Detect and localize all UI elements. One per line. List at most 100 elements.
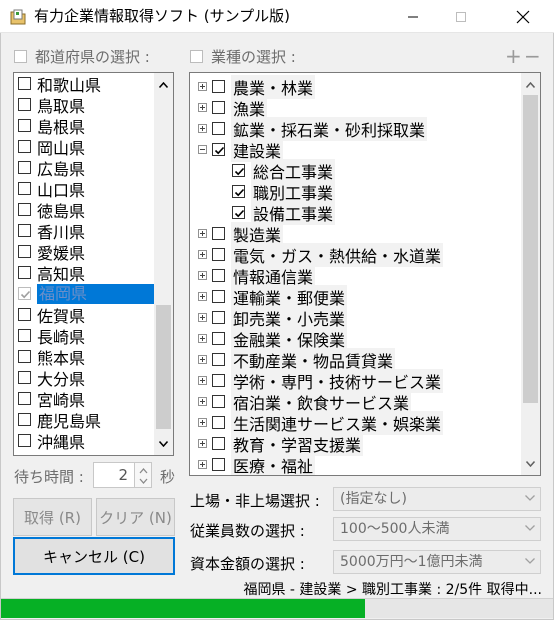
expand-all-button[interactable]: + [505,44,522,68]
industry-item[interactable]: 電気・ガス・熱供給・水道業 [198,242,444,267]
prefecture-item[interactable]: 熊本県 [14,346,154,368]
cancel-button[interactable]: キャンセル (C) [13,537,175,575]
minimize-button[interactable] [390,0,436,33]
industry-select-all[interactable]: 業種の選択 : [190,46,296,67]
industry-checkbox[interactable] [212,416,225,429]
expand-icon[interactable] [198,250,207,259]
industry-checkbox[interactable] [212,395,225,408]
tree-scroll-thumb[interactable] [523,95,538,403]
prefecture-checkbox[interactable] [18,308,31,321]
industry-checkbox[interactable] [212,227,225,240]
industry-item[interactable]: 運輸業・郵便業 [198,284,348,309]
industry-checkbox[interactable] [232,185,245,198]
industry-checkbox[interactable] [212,80,225,93]
expand-icon[interactable] [198,292,207,301]
prefecture-item[interactable]: 広島県 [14,157,154,179]
expand-icon[interactable] [198,229,207,238]
prefecture-checkbox[interactable] [18,203,31,216]
industry-checkbox[interactable] [212,290,225,303]
collapse-icon[interactable] [198,145,207,154]
industry-checkbox[interactable] [212,269,225,282]
expand-icon[interactable] [198,103,207,112]
prefecture-checkbox[interactable] [18,98,31,111]
prefecture-item[interactable]: 香川県 [14,220,154,242]
prefecture-item[interactable]: 佐賀県 [14,304,154,326]
tree-scroll-up-button[interactable] [521,75,540,94]
expand-icon[interactable] [198,355,207,364]
maximize-button[interactable] [438,0,484,33]
prefecture-checkbox[interactable] [18,119,31,132]
industry-checkbox[interactable] [212,248,225,261]
fetch-button[interactable]: 取得 (R) [13,498,92,536]
prefecture-checkbox[interactable] [18,224,31,237]
tree-scroll-down-button[interactable] [521,454,540,473]
prefecture-item[interactable]: 鹿児島県 [14,409,154,431]
prefecture-item[interactable]: 宮崎県 [14,388,154,410]
prefecture-item[interactable]: 鳥取県 [14,94,154,116]
expand-icon[interactable] [198,124,207,133]
prefecture-checkbox[interactable] [18,413,31,426]
prefecture-scrollbar[interactable] [154,73,173,455]
prefecture-checkbox[interactable] [18,329,31,342]
expand-icon[interactable] [198,439,207,448]
scroll-down-button[interactable] [154,434,173,453]
wait-time-input[interactable]: 2 [93,462,135,488]
industry-checkbox[interactable] [212,122,225,135]
clear-button[interactable]: クリア (N) [96,498,175,536]
prefecture-item[interactable]: 和歌山県 [14,73,154,95]
employees-select[interactable]: 100～500人未満 [333,517,541,541]
prefecture-item[interactable]: 徳島県 [14,199,154,221]
expand-icon[interactable] [198,376,207,385]
industry-item[interactable]: 学術・専門・技術サービス業 [198,368,444,393]
prefecture-checkbox[interactable] [18,245,31,258]
industry-item[interactable]: 金融業・保険業 [198,326,348,351]
industry-item[interactable]: 漁業 [198,95,268,120]
expand-icon[interactable] [198,271,207,280]
industry-subitem[interactable]: 設備工事業 [232,200,336,225]
prefecture-checkbox[interactable] [18,287,31,300]
industry-item[interactable]: 医療・福祉 [198,452,316,475]
prefecture-checkbox[interactable] [18,140,31,153]
expand-icon[interactable] [198,460,207,469]
prefecture-list[interactable]: 和歌山県 鳥取県 島根県 岡山県 広島県 山口県 徳島県 香川県 愛媛県 高知県 福岡県 佐賀県 長崎県… [13,72,174,456]
prefecture-item[interactable]: 沖縄県 [14,430,154,452]
industry-item[interactable]: 情報通信業 [198,263,316,288]
industry-item[interactable]: 不動産業・物品賃貸業 [198,347,396,372]
industry-checkbox[interactable] [212,458,225,471]
industry-subitem[interactable]: 職別工事業 [232,179,336,204]
scroll-up-button[interactable] [154,75,173,94]
prefecture-item[interactable]: 山口県 [14,178,154,200]
close-button[interactable] [500,0,546,33]
collapse-all-button[interactable]: − [524,44,541,68]
industry-checkbox[interactable] [212,143,225,156]
industry-checkbox[interactable] [212,374,225,387]
industry-item[interactable]: 鉱業・採石業・砂利採取業 [198,116,428,141]
scroll-thumb[interactable] [156,305,171,429]
prefecture-item[interactable]: 岡山県 [14,136,154,158]
industry-subitem[interactable]: 総合工事業 [232,158,336,183]
prefecture-item[interactable]: 大分県 [14,367,154,389]
prefecture-checkbox[interactable] [18,182,31,195]
industry-item[interactable]: 教育・学習支援業 [198,431,364,456]
prefecture-item[interactable]: 島根県 [14,115,154,137]
industry-checkbox[interactable] [212,353,225,366]
industry-item[interactable]: 卸売業・小売業 [198,305,348,330]
prefecture-item[interactable]: 福岡県 [14,283,154,304]
prefecture-select-all-checkbox[interactable] [14,50,27,63]
industry-item[interactable]: 宿泊業・飲食サービス業 [198,389,412,414]
prefecture-checkbox[interactable] [18,161,31,174]
industry-item[interactable]: 建設業 [198,137,284,162]
industry-checkbox[interactable] [232,164,245,177]
prefecture-checkbox[interactable] [18,371,31,384]
prefecture-checkbox[interactable] [18,392,31,405]
industry-checkbox[interactable] [232,206,245,219]
industry-checkbox[interactable] [212,101,225,114]
industry-item[interactable]: 製造業 [198,221,284,246]
industry-checkbox[interactable] [212,332,225,345]
expand-icon[interactable] [198,82,207,91]
industry-scrollbar[interactable] [521,73,540,475]
industry-select-all-checkbox[interactable] [190,50,203,63]
industry-item[interactable]: 生活関連サービス業・娯楽業 [198,410,444,435]
wait-time-spinner[interactable] [135,462,152,488]
prefecture-select-all[interactable]: 都道府県の選択 : [14,46,150,67]
